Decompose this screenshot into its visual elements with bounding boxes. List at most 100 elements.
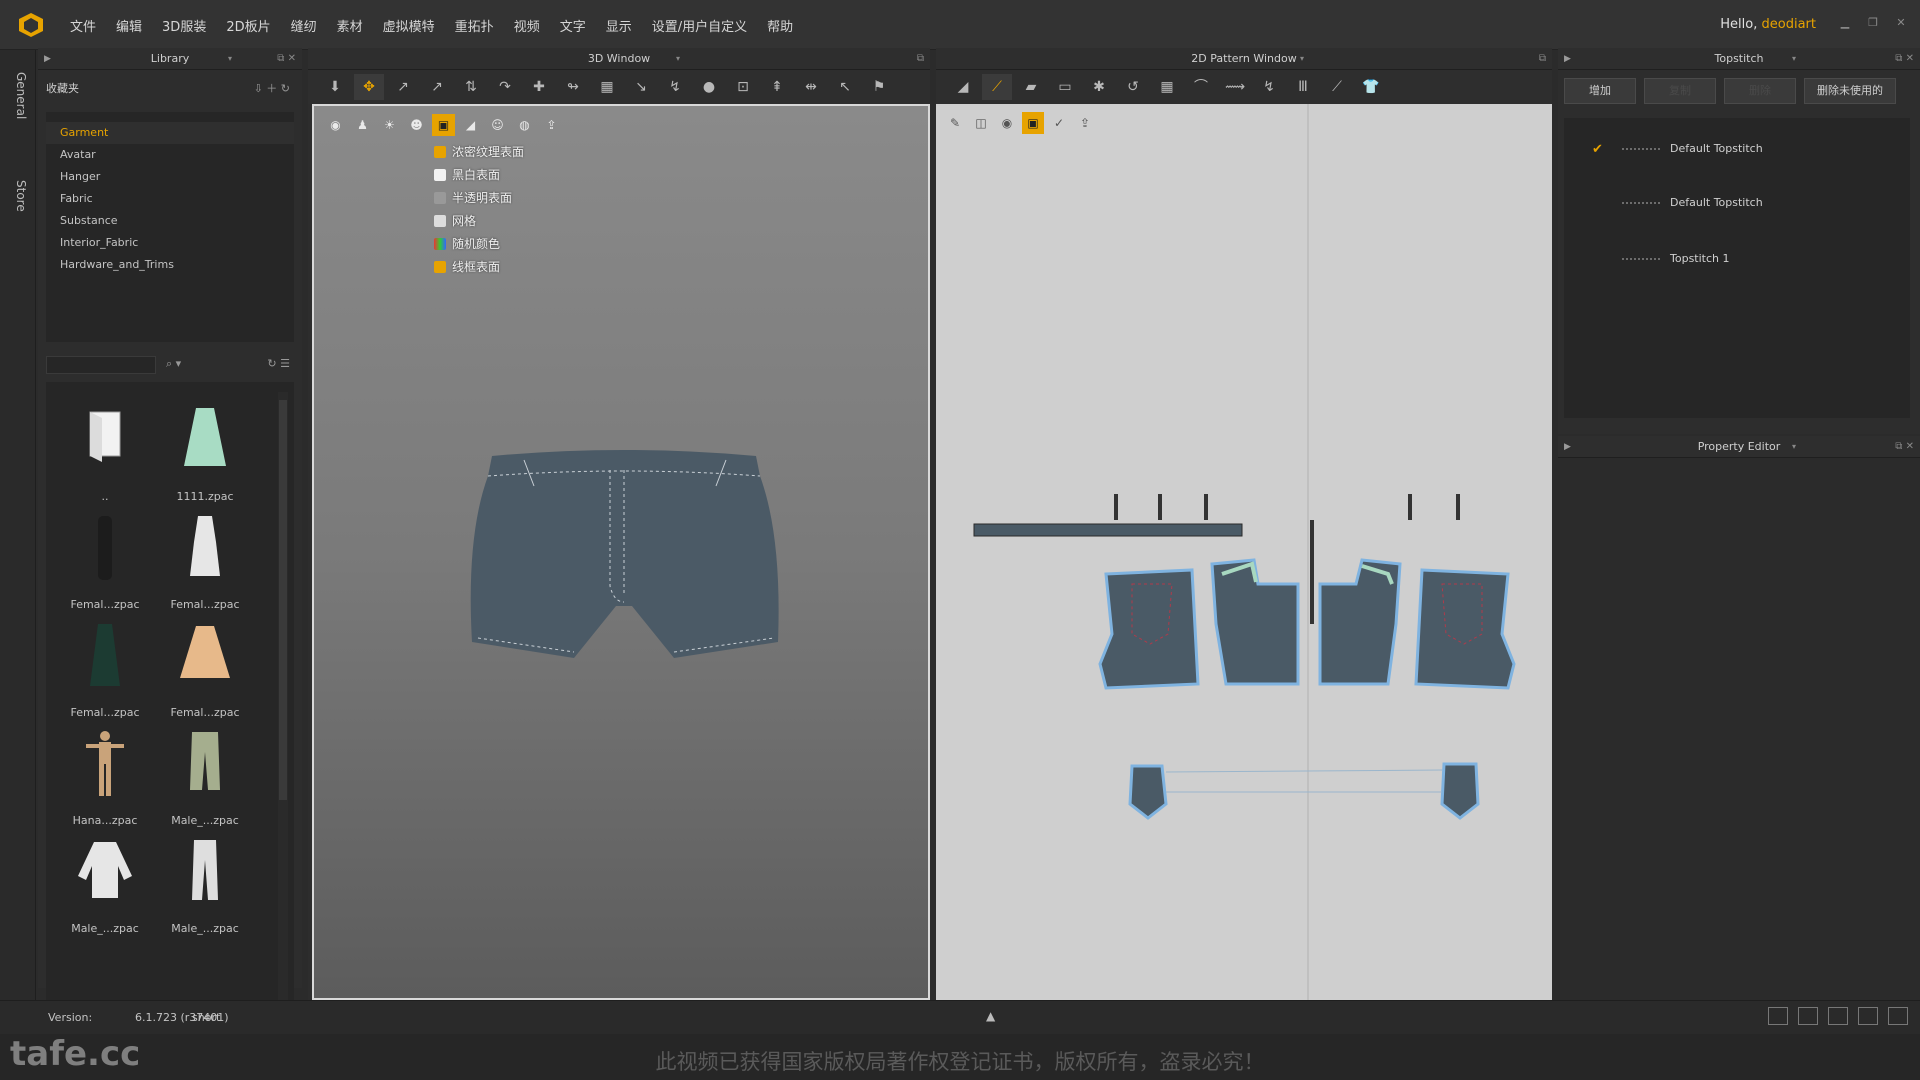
library-item[interactable]: Male_...zpac bbox=[160, 836, 250, 946]
delete-unused-button[interactable]: 删除未使用的 bbox=[1804, 78, 1896, 104]
denim-shorts-model[interactable] bbox=[464, 446, 784, 686]
dart-tool-icon[interactable]: ↺ bbox=[1118, 74, 1148, 100]
menu-help[interactable]: 帮助 bbox=[767, 16, 793, 35]
tab-store[interactable]: Store bbox=[8, 180, 28, 212]
grid-tool-icon[interactable]: ▦ bbox=[592, 74, 622, 100]
rectangle-tool-icon[interactable]: ▭ bbox=[1050, 74, 1080, 100]
menu-settings[interactable]: 设置/用户自定义 bbox=[652, 16, 747, 35]
panel-close-icon[interactable]: ⧉ ✕ bbox=[1895, 48, 1914, 70]
delete-topstitch-button[interactable]: 删除 bbox=[1724, 78, 1796, 104]
texture-option[interactable]: 网格 bbox=[434, 209, 544, 232]
pin-icon[interactable]: ▶ bbox=[1564, 436, 1571, 458]
zipper-tool-icon[interactable]: ⇞ bbox=[762, 74, 792, 100]
polygon-tool-icon[interactable]: ▰ bbox=[1016, 74, 1046, 100]
pleat-tool-icon[interactable]: Ⅲ bbox=[1288, 74, 1318, 100]
library-item[interactable]: 1111.zpac bbox=[160, 404, 250, 514]
menu-display[interactable]: 显示 bbox=[606, 16, 632, 35]
move-tool-icon[interactable]: ✥ bbox=[354, 74, 384, 100]
texture-view-icon[interactable]: ▣ bbox=[432, 114, 455, 136]
tree-item-garment[interactable]: Garment bbox=[46, 122, 294, 144]
edit-pattern-tool-icon[interactable]: ⟋ bbox=[982, 74, 1012, 100]
minimize-icon[interactable]: ▁ bbox=[1838, 16, 1852, 30]
layout-split-icon[interactable] bbox=[1798, 1007, 1818, 1025]
chevron-down-icon[interactable]: ▾ bbox=[1300, 48, 1304, 70]
topstitch-row[interactable]: Topstitch 1 bbox=[1564, 240, 1910, 280]
add-topstitch-button[interactable]: 增加 bbox=[1564, 78, 1636, 104]
free-sew-icon[interactable]: ↯ bbox=[1254, 74, 1284, 100]
texture-option[interactable]: 线框表面 bbox=[434, 255, 544, 278]
segment-tool-icon[interactable]: ↯ bbox=[660, 74, 690, 100]
edit-tool-icon[interactable]: ↗ bbox=[388, 74, 418, 100]
layout-quad-icon[interactable] bbox=[1858, 1007, 1878, 1025]
library-scrollbar[interactable] bbox=[278, 392, 288, 1022]
sew-tool-icon[interactable]: ↬ bbox=[558, 74, 588, 100]
skin-view-icon[interactable]: ☺ bbox=[486, 114, 509, 136]
tape-tool-icon[interactable]: ⇹ bbox=[796, 74, 826, 100]
library-search-input[interactable] bbox=[46, 356, 156, 374]
animate-tool-icon[interactable]: ⚑ bbox=[864, 74, 894, 100]
search-icon[interactable]: ⌕ ▾ bbox=[166, 357, 181, 371]
library-item[interactable]: Male_...zpac bbox=[160, 728, 250, 838]
close-icon[interactable]: ✕ bbox=[1894, 16, 1908, 30]
layout-single-icon[interactable] bbox=[1768, 1007, 1788, 1025]
export-view-icon[interactable]: ⇪ bbox=[540, 114, 563, 136]
chevron-down-icon[interactable]: ▾ bbox=[1792, 48, 1796, 70]
menu-sewing[interactable]: 缝纫 bbox=[291, 16, 317, 35]
tree-item-hanger[interactable]: Hanger bbox=[46, 166, 294, 188]
favorites-actions-icon[interactable]: ⇩ ＋ ↻ bbox=[254, 78, 290, 100]
library-item[interactable]: Femal...zpac bbox=[60, 512, 150, 622]
topstitch-row[interactable]: ✔ Default Topstitch bbox=[1564, 130, 1910, 170]
shirt-tool-icon[interactable]: 👕 bbox=[1356, 74, 1386, 100]
texture-option[interactable]: 浓密纹理表面 bbox=[434, 140, 544, 163]
library-item[interactable]: Femal...zpac bbox=[160, 620, 250, 730]
menu-text[interactable]: 文字 bbox=[560, 16, 586, 35]
library-item[interactable]: Femal...zpac bbox=[160, 512, 250, 622]
texture-option[interactable]: 半透明表面 bbox=[434, 186, 544, 209]
tree-item-avatar[interactable]: Avatar bbox=[46, 144, 294, 166]
library-item[interactable]: Femal...zpac bbox=[60, 620, 150, 730]
topstitch-tool-icon[interactable]: ⟋ bbox=[1322, 74, 1352, 100]
tree-item-fabric[interactable]: Fabric bbox=[46, 188, 294, 210]
chevron-down-icon[interactable]: ▾ bbox=[1792, 436, 1796, 458]
topstitch-row[interactable]: Default Topstitch bbox=[1564, 184, 1910, 224]
select-tool-icon[interactable]: ⬇ bbox=[320, 74, 350, 100]
garment-view-icon[interactable]: ♟ bbox=[351, 114, 374, 136]
chevron-down-icon[interactable]: ▾ bbox=[228, 48, 232, 70]
pin-icon[interactable]: ▶ bbox=[44, 48, 51, 70]
tree-item-substance[interactable]: Substance bbox=[46, 210, 294, 232]
layout-reset-icon[interactable] bbox=[1888, 1007, 1908, 1025]
clo-logo-icon[interactable] bbox=[18, 12, 44, 38]
3d-viewport[interactable]: ◉ ♟ ☀ ☻ ▣ ◢ ☺ ◍ ⇪ 浓密纹理表面 黑白表面 半透明表面 网格 随… bbox=[312, 104, 930, 1000]
tree-item-hardware-trims[interactable]: Hardware_and_Trims bbox=[46, 254, 294, 276]
panel-float-icon[interactable]: ⧉ bbox=[917, 48, 924, 70]
texture-option[interactable]: 黑白表面 bbox=[434, 163, 544, 186]
chevron-down-icon[interactable]: ▾ bbox=[676, 48, 680, 70]
tree-item-interior-fabric[interactable]: Interior_Fabric bbox=[46, 232, 294, 254]
view-toggle-icon[interactable]: ↻ ☰ bbox=[267, 357, 290, 370]
tab-general[interactable]: General bbox=[8, 72, 28, 119]
menu-avatar[interactable]: 虚拟模特 bbox=[383, 16, 435, 35]
library-item[interactable]: Male_...zpac bbox=[60, 836, 150, 946]
sew-segment-icon[interactable]: ⟿ bbox=[1220, 74, 1250, 100]
pattern-pieces[interactable] bbox=[936, 104, 1552, 1000]
measure-tool-icon[interactable]: ↘ bbox=[626, 74, 656, 100]
camera-view-icon[interactable]: ◉ bbox=[324, 114, 347, 136]
menu-edit[interactable]: 编辑 bbox=[116, 16, 142, 35]
panel-close-icon[interactable]: ⧉ ✕ bbox=[1895, 436, 1914, 458]
transform-tool-icon[interactable]: ◢ bbox=[948, 74, 978, 100]
trim-tool-icon[interactable]: ↖ bbox=[830, 74, 860, 100]
menu-3d-garment[interactable]: 3D服装 bbox=[162, 16, 206, 35]
menu-file[interactable]: 文件 bbox=[70, 16, 96, 35]
duplicate-topstitch-button[interactable]: 复制 bbox=[1644, 78, 1716, 104]
library-item[interactable]: .. bbox=[60, 404, 150, 514]
rotate-tool-icon[interactable]: ↷ bbox=[490, 74, 520, 100]
internal-point-icon[interactable]: ✱ bbox=[1084, 74, 1114, 100]
2d-viewport[interactable]: ✎ ◫ ◉ ▣ ✓ ⇪ bbox=[936, 104, 1552, 1000]
sun-light-icon[interactable]: ☀ bbox=[378, 114, 401, 136]
menu-materials[interactable]: 素材 bbox=[337, 16, 363, 35]
pin-icon[interactable]: ▶ bbox=[1564, 48, 1571, 70]
seam-tool-icon[interactable]: ▦ bbox=[1152, 74, 1182, 100]
menu-retopology[interactable]: 重拓扑 bbox=[455, 16, 494, 35]
username-link[interactable]: deodiart bbox=[1762, 17, 1816, 32]
expand-up-icon[interactable]: ▲ bbox=[986, 1009, 995, 1023]
